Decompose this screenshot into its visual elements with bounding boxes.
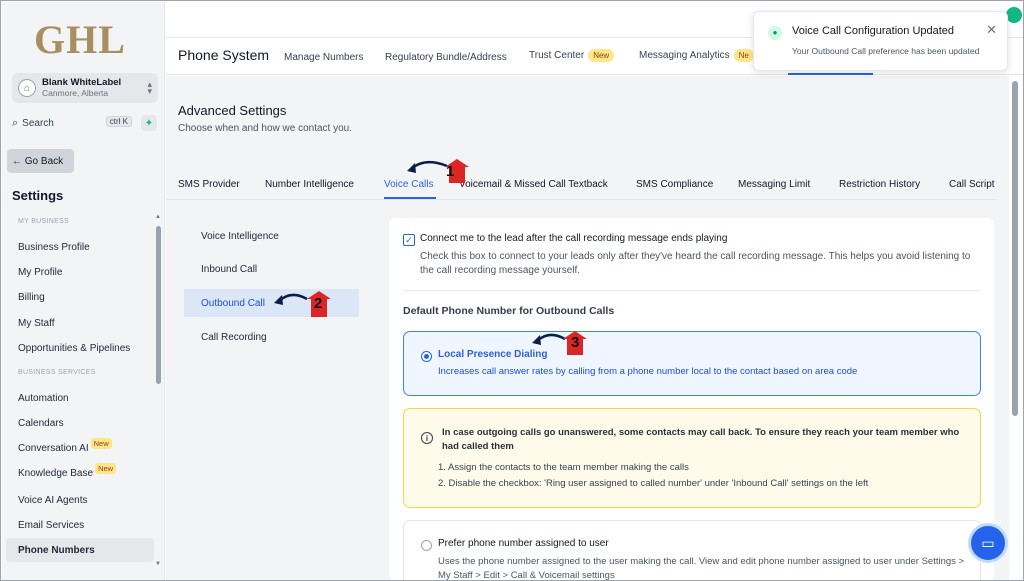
section-label-business: MY BUSINESS	[18, 218, 70, 225]
sidebar-item-automation[interactable]: Automation	[6, 386, 154, 410]
info-callout: i In case outgoing calls go unanswered, …	[403, 408, 981, 508]
account-location: Canmore, Alberta	[42, 88, 109, 98]
section-subheading: Choose when and how we contact you.	[178, 123, 352, 134]
settings-tabs: SMS Provider Number Intelligence Voice C…	[166, 172, 996, 200]
tab-call-script[interactable]: Call Script	[949, 179, 995, 190]
chevron-updown-icon: ▴ ▾	[147, 79, 152, 96]
option-description: Uses the phone number assigned to the us…	[438, 556, 965, 581]
search-button[interactable]: ⌕ Search ctrl K	[12, 113, 134, 133]
subnav-inbound-call[interactable]: Inbound Call	[184, 255, 359, 283]
toast-notification: ● Voice Call Configuration Updated Your …	[753, 11, 1008, 71]
sidebar-item-my-profile[interactable]: My Profile	[6, 260, 154, 284]
sidebar: GHL ⌂ Blank WhiteLabel Canmore, Alberta …	[2, 2, 165, 580]
toast-title: Voice Call Configuration Updated	[792, 25, 955, 37]
user-number-radio[interactable]	[421, 540, 432, 551]
local-presence-radio[interactable]	[421, 351, 432, 362]
tab-restriction-history[interactable]: Restriction History	[839, 179, 920, 190]
option-description: Increases call answer rates by calling f…	[438, 366, 858, 377]
account-switcher[interactable]: ⌂ Blank WhiteLabel Canmore, Alberta ▴ ▾	[12, 73, 158, 103]
sidebar-item-conversation-ai[interactable]: Conversation AI New	[6, 436, 154, 460]
sidebar-item-calendars[interactable]: Calendars	[6, 411, 154, 435]
search-label: Search	[22, 117, 54, 129]
tab-manage-numbers[interactable]: Manage Numbers	[284, 52, 363, 63]
chat-widget-button[interactable]: ▭	[968, 523, 1008, 563]
tab-messaging-limit[interactable]: Messaging Limit	[738, 179, 810, 190]
go-back-label: Go Back	[24, 155, 64, 167]
success-icon: ●	[768, 26, 782, 40]
connect-after-recording-checkbox[interactable]: ✓	[403, 234, 415, 246]
checkbox-label: Connect me to the lead after the call re…	[420, 233, 728, 244]
settings-title: Settings	[12, 188, 64, 203]
app-window: GHL ⌂ Blank WhiteLabel Canmore, Alberta …	[0, 0, 1024, 581]
status-icon[interactable]	[1006, 7, 1022, 23]
tab-messaging-analytics[interactable]: Messaging Analytics Ne	[639, 49, 754, 62]
new-badge: Ne	[733, 49, 754, 62]
local-presence-option[interactable]: Local Presence Dialing Increases call an…	[403, 331, 981, 396]
new-badge: New	[90, 437, 112, 449]
sidebar-item-voice-ai-agents[interactable]: Voice AI Agents	[6, 488, 154, 512]
scroll-down-icon[interactable]: ▼	[155, 561, 161, 567]
option-title: Prefer phone number assigned to user	[438, 538, 609, 549]
annotation-number-2: 2	[314, 295, 323, 312]
outbound-call-panel: ✓ Connect me to the lead after the call …	[389, 218, 994, 581]
info-step: 2. Disable the checkbox: 'Ring user assi…	[438, 478, 869, 489]
user-number-option[interactable]: Prefer phone number assigned to user Use…	[403, 520, 981, 581]
sidebar-item-phone-numbers[interactable]: Phone Numbers	[6, 538, 154, 562]
tab-sms-compliance[interactable]: SMS Compliance	[636, 179, 713, 190]
sidebar-item-billing[interactable]: Billing	[6, 285, 154, 309]
section-heading: Advanced Settings	[178, 103, 287, 118]
tab-sms-provider[interactable]: SMS Provider	[178, 179, 240, 190]
search-shortcut: ctrl K	[105, 116, 132, 127]
chat-icon: ▭	[981, 534, 995, 551]
sidebar-item-knowledge-base[interactable]: Knowledge Base New	[6, 461, 154, 485]
sidebar-item-my-staff[interactable]: My Staff	[6, 311, 154, 335]
page-title: Phone System	[178, 47, 270, 63]
close-icon[interactable]: ✕	[986, 22, 997, 38]
account-name: Blank WhiteLabel	[42, 77, 122, 88]
subnav-call-recording[interactable]: Call Recording	[184, 323, 359, 351]
scroll-up-icon[interactable]: ▲	[155, 214, 161, 220]
annotation-number-1: 1	[446, 163, 455, 180]
sidebar-scrollbar[interactable]	[156, 226, 161, 384]
default-number-heading: Default Phone Number for Outbound Calls	[403, 305, 615, 317]
sparkle-icon[interactable]: ✦	[141, 115, 157, 131]
annotation-number-3: 3	[571, 334, 580, 351]
main-scrollbar[interactable]	[1012, 81, 1018, 416]
active-tab-indicator	[788, 73, 873, 75]
search-icon: ⌕	[12, 116, 19, 129]
checkbox-description: Check this box to connect to your leads …	[420, 251, 971, 276]
go-back-button[interactable]: ← Go Back	[7, 149, 74, 173]
arrow-left-icon: ←	[12, 155, 25, 167]
section-label-services: BUSINESS SERVICES	[18, 369, 96, 376]
subnav-voice-intelligence[interactable]: Voice Intelligence	[184, 222, 359, 250]
tab-trust-center[interactable]: Trust Center New	[529, 49, 615, 62]
info-title: In case outgoing calls go unanswered, so…	[442, 427, 960, 452]
toast-body: Your Outbound Call preference has been u…	[792, 46, 980, 56]
annotation-arrow-1	[407, 159, 469, 183]
info-icon: i	[421, 432, 433, 444]
sidebar-item-opportunities[interactable]: Opportunities & Pipelines	[6, 336, 154, 360]
sidebar-item-email-services[interactable]: Email Services	[6, 513, 154, 537]
tab-regulatory-bundle[interactable]: Regulatory Bundle/Address	[385, 52, 507, 63]
divider	[403, 290, 980, 291]
logo: GHL	[34, 17, 126, 62]
new-badge: New	[95, 462, 117, 474]
sidebar-item-business-profile[interactable]: Business Profile	[6, 235, 154, 259]
building-icon: ⌂	[18, 79, 36, 97]
active-tab-indicator	[384, 197, 436, 199]
info-step: 1. Assign the contacts to the team membe…	[438, 462, 689, 473]
annotation-arrow-2	[274, 291, 331, 317]
new-badge: New	[588, 49, 615, 62]
tab-number-intelligence[interactable]: Number Intelligence	[265, 179, 354, 190]
tab-voicemail[interactable]: Voicemail & Missed Call Textback	[459, 179, 608, 190]
annotation-arrow-3	[532, 331, 587, 355]
